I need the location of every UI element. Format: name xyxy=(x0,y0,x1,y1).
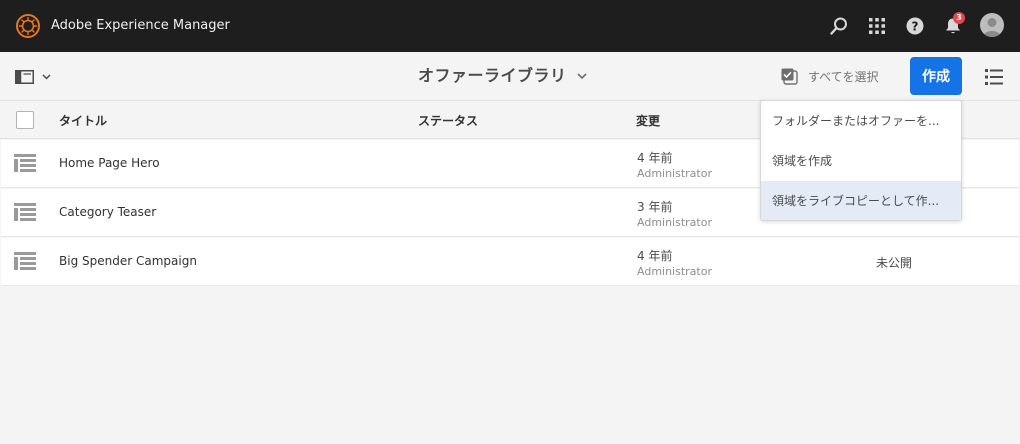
column-header-title[interactable]: タイトル xyxy=(59,112,107,129)
table-row[interactable]: Big Spender Campaign 4 年前 Administrator … xyxy=(1,238,1019,286)
select-all-button[interactable]: すべてを選択 xyxy=(781,68,878,85)
aem-logo-icon[interactable] xyxy=(16,14,40,38)
row-modified-date: 4 年前 xyxy=(637,151,673,165)
page-title-label: オファーライブラリ xyxy=(418,66,567,85)
row-modified-user: Administrator xyxy=(637,265,712,278)
select-all-label: すべてを選択 xyxy=(808,70,879,84)
side-panel-icon xyxy=(15,70,34,84)
svg-text:?: ? xyxy=(912,20,919,34)
search-icon[interactable] xyxy=(829,16,849,36)
offer-folder-icon xyxy=(14,252,36,270)
offer-folder-icon xyxy=(14,203,36,221)
row-modified-user: Administrator xyxy=(637,167,712,180)
notification-badge: 3 xyxy=(953,12,965,24)
app-title[interactable]: Adobe Experience Manager xyxy=(51,18,230,34)
create-menu: フォルダーまたはオファーを... 領域を作成 領域をライブコピーとして作... xyxy=(760,100,962,221)
row-title: Home Page Hero xyxy=(59,156,160,170)
select-all-icon xyxy=(781,68,798,85)
menu-item-create-area-as-livecopy[interactable]: 領域をライブコピーとして作... xyxy=(761,181,961,220)
row-publish-status: 未公開 xyxy=(876,256,913,270)
action-bar: オファーライブラリ すべてを選択 作成 xyxy=(0,52,1020,101)
apps-grid-icon[interactable] xyxy=(867,16,887,36)
rail-toggle-button[interactable] xyxy=(15,69,55,85)
row-modified-date: 3 年前 xyxy=(637,200,673,214)
shell-header: Adobe Experience Manager ? 3 xyxy=(0,0,1020,52)
row-modified-date: 4 年前 xyxy=(637,249,673,263)
page-title[interactable]: オファーライブラリ xyxy=(418,66,587,86)
column-header-status[interactable]: ステータス xyxy=(418,112,478,129)
row-title: Category Teaser xyxy=(59,205,157,219)
select-all-checkbox[interactable] xyxy=(16,111,34,129)
menu-item-create-area[interactable]: 領域を作成 xyxy=(761,141,961,181)
avatar[interactable] xyxy=(980,13,1004,37)
list-view-icon[interactable] xyxy=(985,68,1003,86)
help-icon[interactable]: ? xyxy=(905,16,925,36)
row-title: Big Spender Campaign xyxy=(59,254,197,268)
menu-item-create-folder-or-offer[interactable]: フォルダーまたはオファーを... xyxy=(761,101,961,141)
chevron-down-icon xyxy=(42,74,51,80)
create-button[interactable]: 作成 xyxy=(910,57,962,95)
offer-folder-icon xyxy=(14,154,36,172)
row-modified-user: Administrator xyxy=(637,216,712,229)
column-header-modified[interactable]: 変更 xyxy=(636,112,660,129)
chevron-down-icon xyxy=(576,72,587,79)
